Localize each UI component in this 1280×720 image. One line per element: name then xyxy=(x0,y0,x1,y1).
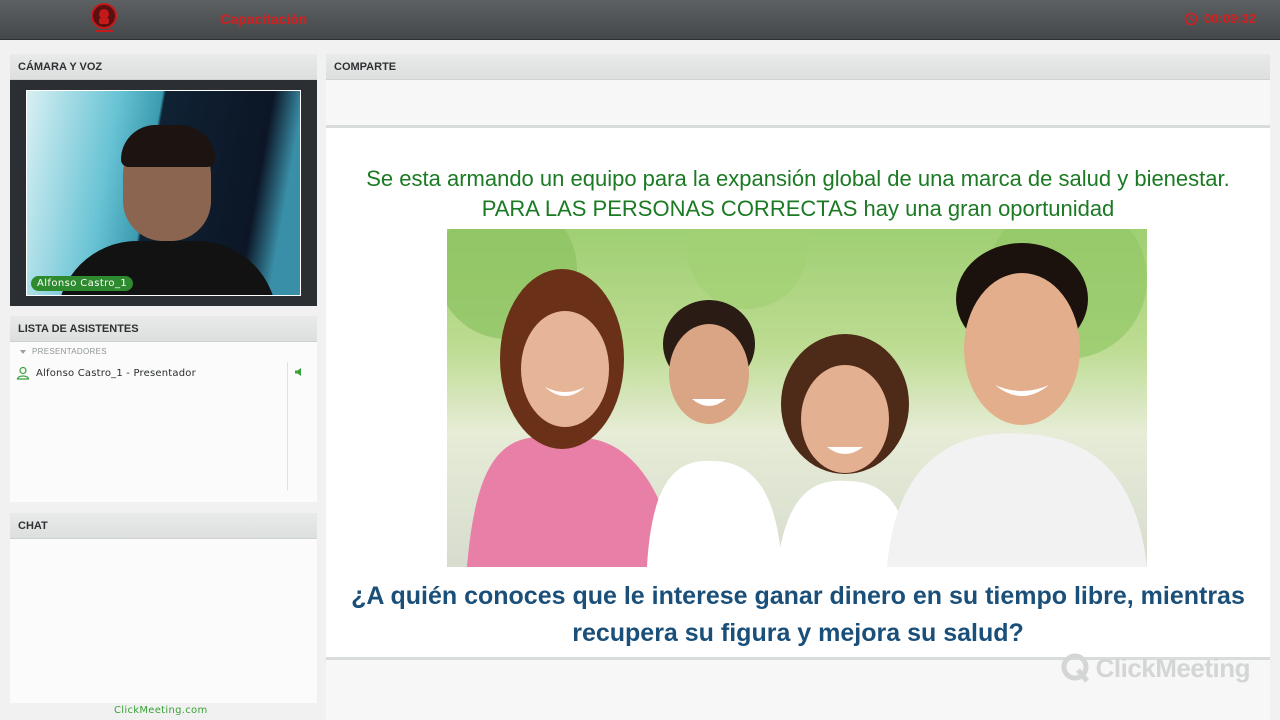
attendees-body: PRESENTADORES Alfonso Castro_1 - Present… xyxy=(10,342,317,502)
share-panel-title: COMPARTE xyxy=(326,54,1270,80)
video-person-hair xyxy=(121,125,215,167)
room-title: Capacitación xyxy=(220,11,308,27)
column-divider xyxy=(287,362,288,490)
clock-icon xyxy=(1184,12,1198,25)
company-logo-icon xyxy=(88,2,120,34)
presenters-section[interactable]: PRESENTADORES xyxy=(20,347,107,356)
participant-name-tag: Alfonso Castro_1 xyxy=(31,276,134,291)
attendee-label: Alfonso Castro_1 - Presentador xyxy=(36,367,196,379)
chat-messages-area[interactable] xyxy=(10,539,317,703)
family-photo-illustration xyxy=(447,229,1147,567)
family-photo xyxy=(447,229,1147,567)
clickmeeting-link[interactable]: ClickMeeting.com xyxy=(114,705,207,716)
chat-panel: CHAT xyxy=(10,513,317,703)
clickmeeting-watermark: ClickMeeting xyxy=(1060,652,1251,684)
session-timer: 00:09:32 xyxy=(1184,11,1256,26)
presenters-section-label: PRESENTADORES xyxy=(32,347,107,356)
slide-question: ¿A quién conoces que le interese ganar d… xyxy=(351,582,1245,647)
attendees-panel-title: LISTA DE ASISTENTES xyxy=(10,316,317,342)
timer-value: 00:09:32 xyxy=(1203,11,1256,26)
slide-headline: Se esta armando un equipo para la expans… xyxy=(366,166,1230,221)
collapse-arrow-icon xyxy=(20,349,26,354)
presentation-slide: Se esta armando un equipo para la expans… xyxy=(326,125,1270,660)
attendee-row[interactable]: Alfonso Castro_1 - Presentador xyxy=(16,364,306,382)
camera-panel: CÁMARA Y VOZ Alfonso Castro_1 xyxy=(10,54,317,306)
camera-panel-title: CÁMARA Y VOZ xyxy=(10,54,317,80)
participant-video[interactable]: Alfonso Castro_1 xyxy=(26,90,301,296)
clickmeeting-logo-icon xyxy=(1061,653,1089,683)
attendees-panel: LISTA DE ASISTENTES PRESENTADORES Alfons… xyxy=(10,316,317,502)
user-icon xyxy=(16,366,30,380)
chat-panel-title: CHAT xyxy=(10,513,317,539)
watermark-text: ClickMeeting xyxy=(1095,652,1251,683)
top-bar: Capacitación 00:09:32 xyxy=(0,0,1280,40)
camera-body: Alfonso Castro_1 xyxy=(10,80,317,306)
speaker-icon[interactable] xyxy=(294,367,304,377)
share-panel: COMPARTE Se esta armando un equipo para … xyxy=(326,54,1270,720)
